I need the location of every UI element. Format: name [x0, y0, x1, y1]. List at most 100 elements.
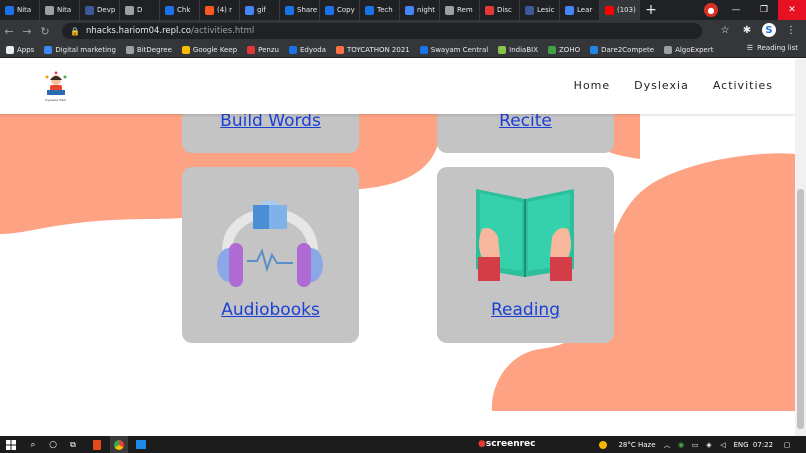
bookmark-label: Edyoda [299, 45, 326, 54]
tab-label: Tech [377, 6, 393, 14]
headphones-book-icon [217, 201, 323, 287]
restore-button[interactable]: ❐ [750, 0, 778, 20]
bookmark-item[interactable]: Penzu [247, 45, 279, 54]
nav-home[interactable]: Home [574, 79, 610, 92]
extensions-icon[interactable]: ✱ [740, 23, 754, 37]
nav-activities[interactable]: Activities [713, 79, 773, 92]
reading-list-button[interactable]: ☰ Reading list [747, 44, 798, 52]
tab-favicon-icon [205, 5, 214, 15]
notifications-icon[interactable]: ▢ [780, 436, 794, 453]
browser-tab[interactable]: Chk [160, 0, 200, 20]
bookmark-label: Dare2Compete [601, 45, 655, 54]
bookmark-favicon-icon [6, 45, 14, 54]
tab-label: Nita [17, 6, 32, 14]
browser-tab[interactable]: Tech [360, 0, 400, 20]
site-logo[interactable]: Dyslexia Tutor [42, 71, 70, 103]
bookmark-item[interactable]: BitDegree [125, 45, 172, 54]
reading-link[interactable]: Reading [437, 300, 614, 320]
bookmark-star-icon[interactable]: ☆ [718, 23, 732, 37]
bookmark-favicon-icon [335, 45, 344, 54]
bookmark-item[interactable]: IndiaBIX [498, 45, 538, 54]
clock[interactable]: 07:22 [752, 436, 774, 453]
reload-button[interactable]: ↻ [36, 20, 54, 42]
office-icon[interactable] [90, 436, 104, 453]
back-button[interactable]: ← [0, 20, 18, 42]
bookmark-item[interactable]: Dare2Compete [590, 45, 655, 54]
recite-link[interactable]: Recite [437, 111, 614, 131]
browser-tab[interactable]: (103) [600, 0, 640, 20]
browser-tab[interactable]: D [120, 0, 160, 20]
bookmark-favicon-icon [247, 45, 256, 54]
browser-tab[interactable]: Nita [40, 0, 80, 20]
status-icon[interactable]: ◉ [676, 436, 686, 453]
browser-tab[interactable]: Rem [440, 0, 480, 20]
language-indicator[interactable]: ENG [732, 436, 750, 453]
page-scrollbar[interactable] [795, 59, 806, 436]
reading-list-icon: ☰ [746, 44, 754, 52]
audiobooks-link[interactable]: Audiobooks [182, 300, 359, 320]
tab-label: gif [257, 6, 266, 14]
browser-tab[interactable]: gif [240, 0, 280, 20]
extension-icon[interactable]: ● [704, 3, 718, 17]
menu-icon[interactable]: ⋮ [784, 23, 798, 37]
bookmarks-bar: Apps Digital marketing BitDegree Google Kee… [0, 42, 806, 58]
close-window-button[interactable]: ✕ [778, 0, 806, 20]
tab-favicon-icon [565, 5, 574, 15]
forward-button[interactable]: → [18, 20, 36, 42]
weather-icon[interactable] [598, 436, 608, 453]
minimize-button[interactable]: — [722, 0, 750, 20]
tab-label: Rem [457, 6, 473, 14]
battery-icon[interactable]: ▭ [690, 436, 700, 453]
browser-tab[interactable]: Lear [560, 0, 600, 20]
build-words-link[interactable]: Build Words [182, 111, 359, 131]
bookmark-item[interactable]: Edyoda [288, 45, 326, 54]
bookmark-item[interactable]: ZOHO [548, 45, 581, 54]
browser-tab[interactable]: night [400, 0, 440, 20]
bookmark-label: Google Keep [192, 45, 238, 54]
browser-tab[interactable]: Disc [480, 0, 520, 20]
bookmark-item[interactable]: Apps [6, 45, 34, 54]
bookmark-item[interactable]: Swayam Central [419, 45, 488, 54]
browser-tab[interactable]: Nita [0, 0, 40, 20]
bookmark-favicon-icon [498, 45, 507, 54]
bookmark-favicon-icon [664, 45, 673, 54]
browser-tab[interactable]: Lesic [520, 0, 560, 20]
chrome-taskbar-icon[interactable] [110, 436, 128, 453]
tab-favicon-icon [165, 5, 174, 15]
tab-label: Lesic [537, 6, 555, 14]
screenrec-watermark: ●screenrec [478, 439, 536, 449]
reading-card[interactable]: Reading [437, 167, 614, 343]
address-toolbar: ← → ↻ 🔒 nhacks.hariom04.repl.co/activiti… [0, 20, 806, 42]
bookmark-favicon-icon [288, 45, 297, 54]
browser-tab[interactable]: Copy [320, 0, 360, 20]
bookmark-label: ZOHO [559, 45, 581, 54]
tab-favicon-icon [445, 5, 454, 15]
task-view-icon[interactable]: ⧉ [66, 436, 80, 453]
weather-label[interactable]: 28°C Haze [612, 436, 662, 453]
bookmark-label: BitDegree [136, 45, 172, 54]
tab-favicon-icon [525, 5, 534, 15]
cortana-icon[interactable]: ○ [46, 436, 60, 453]
network-icon[interactable]: ◈ [704, 436, 714, 453]
browser-tab[interactable]: Share [280, 0, 320, 20]
scrollbar-thumb[interactable] [797, 189, 804, 429]
tab-favicon-icon [325, 5, 334, 15]
nav-dyslexia[interactable]: Dyslexia [634, 79, 689, 92]
bookmark-item[interactable]: AlgoExpert [664, 45, 713, 54]
browser-tab[interactable]: (4) r [200, 0, 240, 20]
search-icon[interactable]: ⌕ [26, 436, 40, 453]
url-bar[interactable]: 🔒 nhacks.hariom04.repl.co/activities.htm… [62, 23, 702, 39]
browser-tab[interactable]: Devp [80, 0, 120, 20]
bookmark-item[interactable]: TOYCATHON 2021 [335, 45, 410, 54]
windows-start-icon[interactable] [4, 436, 18, 453]
new-tab-button[interactable]: + [640, 0, 662, 20]
audiobooks-card[interactable]: Audiobooks [182, 167, 359, 343]
app-icon[interactable] [134, 436, 148, 453]
volume-icon[interactable]: ◁ [718, 436, 728, 453]
profile-avatar[interactable]: S [762, 23, 776, 37]
chevron-up-icon[interactable]: ︿ [662, 436, 672, 453]
bookmark-item[interactable]: Digital marketing [44, 45, 116, 54]
tab-label: Devp [97, 6, 116, 14]
bookmark-item[interactable]: Google Keep [181, 45, 238, 54]
lock-icon: 🔒 [70, 26, 80, 36]
